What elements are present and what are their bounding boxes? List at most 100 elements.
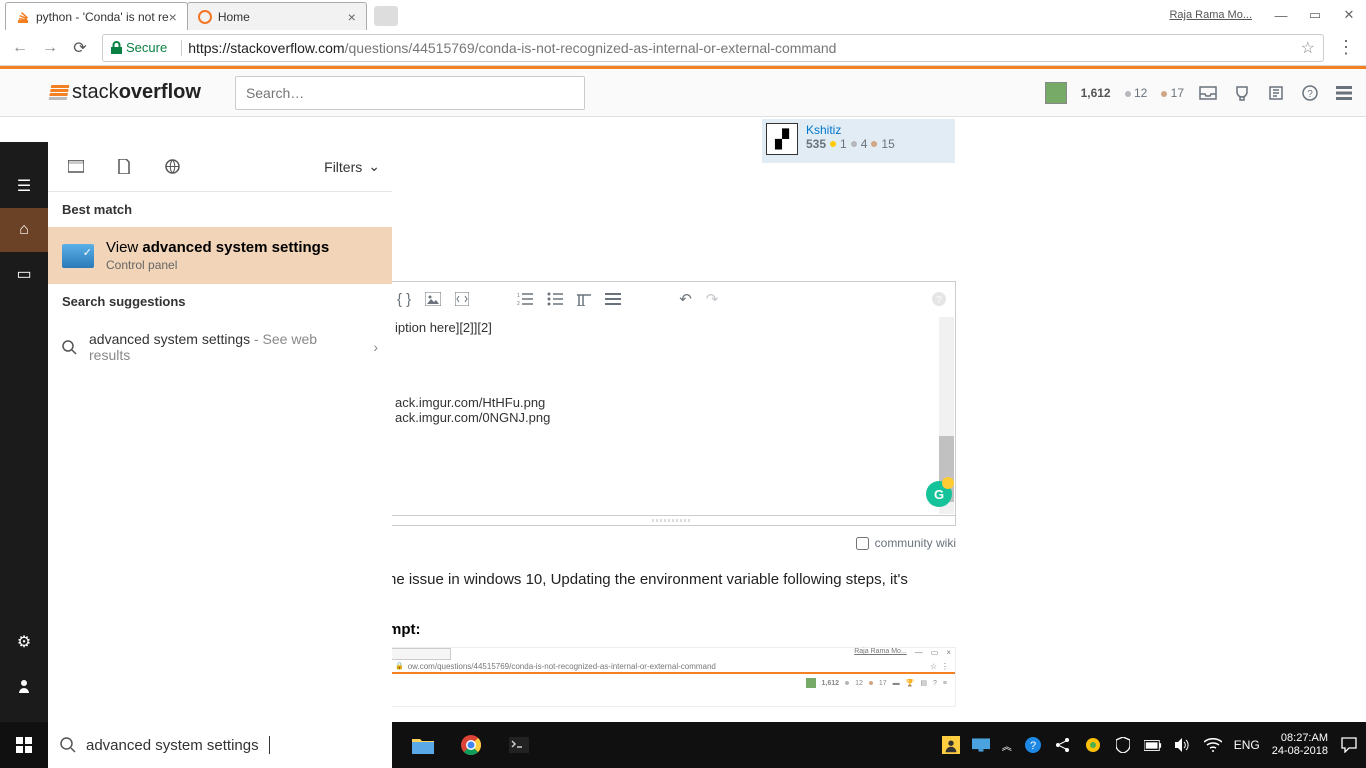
editor-textarea[interactable]: iption here][2]][2] ack.imgur.com/HtHFu.… bbox=[388, 316, 956, 516]
hr-icon[interactable] bbox=[605, 292, 621, 306]
back-button[interactable]: ← bbox=[6, 34, 34, 62]
stackoverflow-logo[interactable]: stackoverflow bbox=[50, 81, 201, 104]
svg-text:?: ? bbox=[1307, 89, 1313, 100]
search-suggestion[interactable]: advanced system settings - See web resul… bbox=[48, 319, 392, 375]
filters-dropdown[interactable]: Filters ⌄ bbox=[324, 158, 380, 175]
tray-monitor-icon[interactable] bbox=[972, 736, 990, 754]
close-tab-icon[interactable]: × bbox=[169, 9, 177, 25]
editor-help-icon[interactable]: ? bbox=[931, 291, 947, 307]
search-icon bbox=[60, 737, 76, 753]
svg-text:?: ? bbox=[936, 295, 942, 306]
user-avatar[interactable] bbox=[1045, 82, 1067, 104]
feedback-icon[interactable] bbox=[0, 664, 48, 708]
home-icon[interactable]: ⌂ bbox=[0, 208, 48, 252]
web-scope-icon[interactable] bbox=[156, 155, 188, 179]
user-area: 1,612 12 17 ? bbox=[1045, 82, 1354, 104]
stackoverflow-header: stackoverflow 1,612 12 17 ? bbox=[0, 69, 1366, 117]
tray-people-icon[interactable] bbox=[942, 736, 960, 754]
browser-tab-0[interactable]: python - 'Conda' is not re × bbox=[5, 2, 188, 30]
suggestion-text: advanced system settings - See web resul… bbox=[89, 331, 361, 363]
tray-wifi-icon[interactable] bbox=[1204, 736, 1222, 754]
hamburger-icon[interactable]: ☰ bbox=[0, 164, 48, 208]
silver-badges: 12 bbox=[1125, 86, 1148, 100]
tab-title: python - 'Conda' is not re bbox=[36, 10, 169, 24]
chrome-user[interactable]: Raja Rama Mo... bbox=[1169, 9, 1252, 21]
apps-scope-icon[interactable] bbox=[60, 155, 92, 179]
search-suggestions-label: Search suggestions bbox=[48, 284, 392, 319]
tray-battery-icon[interactable] bbox=[1144, 736, 1162, 754]
windows-taskbar: advanced system settings ︽ ? ENG 08:27:A… bbox=[0, 722, 1366, 768]
stackoverflow-search-input[interactable] bbox=[235, 76, 585, 110]
reload-button[interactable]: ⟳ bbox=[66, 34, 94, 62]
tray-antivirus-icon[interactable] bbox=[1084, 736, 1102, 754]
chrome-app[interactable] bbox=[448, 722, 494, 768]
achievements-icon[interactable] bbox=[1232, 83, 1252, 103]
stackoverflow-favicon-icon bbox=[16, 10, 30, 24]
close-tab-icon[interactable]: × bbox=[348, 9, 356, 25]
chrome-tab-strip: python - 'Conda' is not re × Home × Raja… bbox=[0, 0, 1366, 30]
chrome-menu-button[interactable]: ⋮ bbox=[1332, 37, 1360, 58]
svg-text:?: ? bbox=[1030, 740, 1036, 752]
answerer-name[interactable]: Kshitiz bbox=[806, 123, 895, 137]
image-icon[interactable] bbox=[425, 292, 441, 306]
code-block-icon[interactable]: { } bbox=[397, 291, 411, 308]
snippet-icon[interactable] bbox=[455, 292, 469, 306]
tray-help-icon[interactable]: ? bbox=[1024, 736, 1042, 754]
omnibox[interactable]: Secure https://stackoverflow.com/questio… bbox=[102, 34, 1324, 62]
bronze-badges: 17 bbox=[1161, 86, 1184, 100]
logo-icon bbox=[49, 85, 70, 100]
search-results-panel: Filters ⌄ Best match View advanced syste… bbox=[48, 142, 392, 768]
tray-language[interactable]: ENG bbox=[1234, 738, 1260, 752]
tray-clock[interactable]: 08:27:AM 24-08-2018 bbox=[1272, 732, 1328, 758]
bookmark-icon[interactable]: ☆ bbox=[1301, 38, 1315, 58]
inbox-icon[interactable] bbox=[1198, 83, 1218, 103]
tab-list: python - 'Conda' is not re × Home × bbox=[5, 0, 398, 30]
tray-notifications-icon[interactable] bbox=[1340, 736, 1358, 754]
review-icon[interactable] bbox=[1266, 83, 1286, 103]
secure-label: Secure bbox=[126, 40, 167, 55]
terminal-app[interactable] bbox=[496, 722, 542, 768]
new-tab-button[interactable] bbox=[374, 6, 398, 26]
site-switcher-icon[interactable] bbox=[1334, 83, 1354, 103]
settings-icon[interactable]: ⚙ bbox=[0, 620, 48, 664]
svg-text:1: 1 bbox=[517, 293, 520, 299]
best-match-result[interactable]: View advanced system settings Control pa… bbox=[48, 227, 392, 284]
chevron-right-icon: › bbox=[373, 339, 378, 355]
reputation[interactable]: 1,612 bbox=[1081, 86, 1111, 100]
search-scope-bar: Filters ⌄ bbox=[48, 142, 392, 192]
maximize-button[interactable]: ▭ bbox=[1298, 1, 1332, 29]
editor-resize-grip[interactable] bbox=[388, 515, 956, 526]
tray-defender-icon[interactable] bbox=[1114, 736, 1132, 754]
search-icon bbox=[62, 340, 77, 355]
editor-line: ack.imgur.com/0NGNJ.png bbox=[395, 410, 949, 425]
unordered-list-icon[interactable] bbox=[547, 292, 563, 306]
undo-icon[interactable]: ↶ bbox=[679, 290, 692, 308]
help-icon[interactable]: ? bbox=[1300, 83, 1320, 103]
taskbar-search-input[interactable]: advanced system settings bbox=[48, 722, 392, 768]
forward-button: → bbox=[36, 34, 64, 62]
minimize-button[interactable]: — bbox=[1264, 1, 1298, 29]
start-button[interactable] bbox=[0, 722, 48, 768]
tray-chevron-up-icon[interactable]: ︽ bbox=[1002, 738, 1012, 753]
close-window-button[interactable]: ✕ bbox=[1332, 1, 1366, 29]
address-bar: ← → ⟳ Secure https://stackoverflow.com/q… bbox=[0, 30, 1366, 66]
jupyter-favicon-icon bbox=[198, 10, 212, 24]
documents-scope-icon[interactable]: ▭ bbox=[0, 252, 48, 296]
heading-icon[interactable] bbox=[577, 292, 591, 306]
browser-tab-1[interactable]: Home × bbox=[187, 2, 367, 30]
answer-body-text: ne issue in windows 10, Updating the env… bbox=[388, 569, 908, 590]
best-match-subtitle: Control panel bbox=[106, 258, 329, 272]
answerer-avatar-icon: ▞ bbox=[766, 123, 798, 155]
answer-user-badge[interactable]: ▞ Kshitiz 535 1 4 15 bbox=[762, 119, 955, 163]
tray-time: 08:27:AM bbox=[1272, 732, 1328, 745]
tray-share-icon[interactable] bbox=[1054, 736, 1072, 754]
editor-line: ack.imgur.com/HtHFu.png bbox=[395, 395, 949, 410]
community-wiki-row: community wiki bbox=[388, 531, 956, 555]
ordered-list-icon[interactable]: 12 bbox=[517, 292, 533, 306]
community-wiki-checkbox[interactable] bbox=[856, 537, 869, 550]
file-explorer-app[interactable] bbox=[400, 722, 446, 768]
control-panel-icon bbox=[62, 244, 94, 268]
search-input-value: advanced system settings bbox=[86, 737, 259, 754]
tray-volume-icon[interactable] bbox=[1174, 736, 1192, 754]
documents-scope-icon[interactable] bbox=[108, 155, 140, 179]
